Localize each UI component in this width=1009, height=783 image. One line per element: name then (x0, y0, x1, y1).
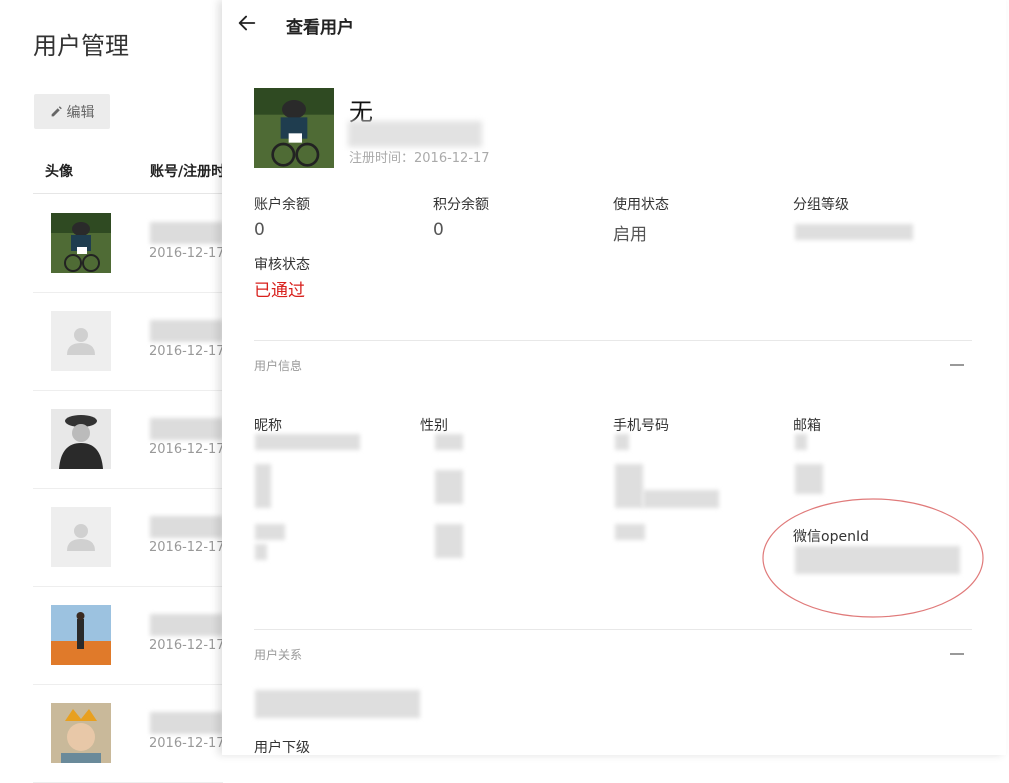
arrow-left-icon[interactable] (236, 12, 258, 34)
cyclist-photo-icon (51, 213, 111, 273)
group-label: 分组等级 (793, 197, 849, 213)
points-label: 积分余额 (433, 197, 489, 213)
table-row[interactable]: 2016-12-17 (33, 488, 225, 587)
pencil-icon (51, 106, 62, 117)
gender-redacted (435, 434, 463, 450)
nickname-label: 昵称 (254, 418, 282, 434)
email-label: 邮箱 (793, 418, 821, 434)
registration-date: 2016-12-17 (149, 344, 225, 359)
column-header-avatar: 头像 (45, 164, 73, 180)
registration-date: 2016-12-17 (149, 638, 225, 653)
avatar (51, 703, 111, 763)
page-title: 用户管理 (33, 32, 129, 60)
review-label: 审核状态 (254, 257, 310, 273)
balance-value: 0 (254, 220, 265, 240)
table-row[interactable]: 2016-12-17 (33, 684, 225, 783)
account-redacted (150, 222, 223, 244)
section-divider (254, 629, 972, 630)
gender-redacted (435, 470, 463, 504)
points-value: 0 (433, 220, 444, 240)
desert-photo-icon (51, 605, 111, 665)
account-redacted (150, 614, 223, 636)
nickname-redacted (255, 464, 271, 508)
drawer-title: 查看用户 (286, 18, 354, 38)
nickname-redacted (255, 434, 360, 450)
edit-button-label: 编辑 (66, 104, 95, 121)
account-redacted (150, 320, 223, 342)
account-redacted (150, 516, 223, 538)
edit-button[interactable]: 编辑 (34, 94, 110, 129)
avatar (51, 507, 111, 567)
table-row[interactable]: 2016-12-17 (33, 586, 225, 685)
balance-label: 账户余额 (254, 197, 310, 213)
review-status-value: 已通过 (254, 281, 305, 301)
registration-date: 2016-12-17 (149, 442, 225, 457)
phone-redacted (615, 434, 629, 450)
subordinate-label: 用户下级 (254, 740, 310, 755)
account-redacted (348, 121, 482, 147)
default-user-icon (67, 524, 95, 551)
relation-redacted (255, 690, 420, 718)
account-redacted (150, 418, 223, 440)
registration-date: 2016-12-17 (149, 736, 225, 751)
status-label: 使用状态 (613, 197, 669, 213)
nickname-redacted (255, 524, 285, 540)
gender-label: 性别 (420, 418, 448, 434)
nickname-redacted (255, 544, 267, 560)
account-redacted (150, 712, 223, 734)
avatar (51, 311, 111, 371)
registration-time: 注册时间：2016-12-17 (349, 151, 490, 166)
avatar (51, 409, 111, 469)
officer-photo-icon (51, 409, 111, 469)
registration-date: 2016-12-17 (149, 246, 225, 261)
section-title-relations: 用户关系 (254, 648, 303, 662)
phone-redacted (615, 464, 643, 508)
registration-date: 2016-12-17 (149, 540, 225, 555)
column-header-account: 账号/注册时 (150, 164, 226, 180)
default-user-icon (67, 328, 95, 355)
collapse-user-info-icon[interactable] (950, 364, 964, 366)
avatar (51, 213, 111, 273)
view-user-drawer: 查看用户 无 注册时间：2016-12-17 账户余额 0 积分余额 0 使用状… (222, 0, 1006, 755)
gender-redacted (435, 524, 463, 558)
table-row[interactable]: 2016-12-17 (33, 292, 225, 391)
cyclist-photo-icon (254, 88, 334, 168)
avatar (51, 605, 111, 665)
email-redacted (795, 434, 807, 450)
section-title-user-info: 用户信息 (254, 359, 303, 373)
status-value: 启用 (613, 225, 647, 245)
annotation-ellipse (762, 498, 984, 618)
phone-redacted (643, 490, 719, 508)
phone-redacted (615, 524, 645, 540)
table-row[interactable]: 2016-12-17 (33, 390, 225, 489)
collapse-relations-icon[interactable] (950, 653, 964, 655)
group-value-redacted (795, 224, 913, 240)
phone-label: 手机号码 (613, 418, 669, 434)
child-photo-icon (51, 703, 111, 763)
section-divider (254, 340, 972, 341)
email-redacted (795, 464, 823, 494)
user-avatar (254, 88, 334, 168)
table-row[interactable]: 2016-12-17 (33, 194, 225, 293)
